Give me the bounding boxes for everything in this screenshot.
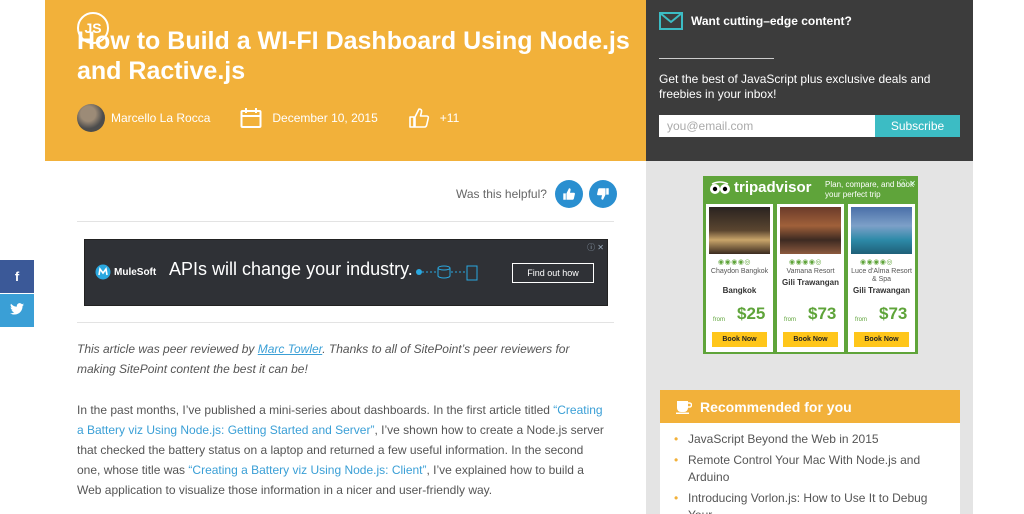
- thumbs-up-icon[interactable]: [408, 107, 430, 129]
- date-text: December 10, 2015: [272, 111, 378, 125]
- article-paragraph: In the past months, I’ve published a min…: [77, 400, 605, 500]
- helpful-prompt: Was this helpful?: [456, 180, 617, 208]
- reviewer-link[interactable]: Marc Towler: [258, 342, 322, 356]
- like-count[interactable]: +11: [408, 107, 459, 129]
- like-count-text: +11: [439, 111, 460, 125]
- hotel-price: $25: [737, 304, 766, 323]
- divider: [659, 58, 774, 59]
- article-meta: Marcello La Rocca December 10, 2015 +11: [77, 104, 459, 132]
- tripadvisor-ad[interactable]: tripadvisor Plan, compare, and book your…: [703, 176, 918, 354]
- ad-choices-icon[interactable]: ⓘ ✕: [899, 178, 916, 189]
- recommended-heading: Recommended for you: [660, 390, 960, 423]
- recommended-link[interactable]: Remote Control Your Mac With Node.js and…: [674, 452, 948, 486]
- thumbs-up-icon: [562, 187, 576, 201]
- recommended-link[interactable]: Introducing Vorlon.js: How to Use It to …: [674, 490, 948, 514]
- hotel-photo: [709, 207, 770, 254]
- divider: [77, 221, 614, 222]
- recommended-heading-text: Recommended for you: [700, 398, 852, 415]
- left-gutter: [0, 0, 45, 514]
- book-now-button[interactable]: Book Now: [712, 332, 767, 347]
- api-network-icon: [413, 262, 481, 287]
- ad-headline: APIs will change your industry.: [169, 259, 413, 279]
- hotel-name: Luce d'Alma Resort & Spa: [851, 268, 912, 283]
- coffee-cup-icon: [676, 400, 692, 414]
- vote-up-button[interactable]: [554, 180, 583, 208]
- hotel-card[interactable]: ◉◉◉◉◎ Chaydon Bangkok Bangkok from $25 B…: [706, 204, 773, 352]
- hotel-city: Bangkok: [722, 286, 757, 295]
- rating-bubbles: ◉◉◉◉◎: [789, 259, 823, 266]
- recommended-panel: Recommended for you JavaScript Beyond th…: [660, 390, 960, 514]
- article-title: How to Build a WI-FI Dashboard Using Nod…: [77, 27, 630, 85]
- review-text: This article was peer reviewed by: [77, 342, 258, 356]
- author-name[interactable]: Marcello La Rocca: [111, 111, 210, 125]
- article-link[interactable]: “Creating a Battery viz Using Node.js: C…: [188, 463, 426, 477]
- mulesoft-logo: MuleSoft: [95, 264, 156, 280]
- newsletter-heading-text: Want cutting–edge content?: [691, 14, 852, 28]
- hotel-photo: [851, 207, 912, 254]
- right-gutter: [973, 0, 1024, 514]
- twitter-share-button[interactable]: [0, 294, 34, 327]
- hotel-price: $73: [879, 304, 908, 323]
- author-avatar[interactable]: [77, 104, 105, 132]
- price-prefix: from: [713, 317, 725, 323]
- newsletter-panel: Want cutting–edge content? Get the best …: [646, 0, 973, 161]
- vote-down-button[interactable]: [588, 180, 617, 208]
- book-now-button[interactable]: Book Now: [783, 332, 838, 347]
- ad-choices-icon[interactable]: ⓘ ✕: [587, 242, 604, 253]
- facebook-icon: f: [14, 269, 20, 284]
- paragraph-text: In the past months, I’ve published a min…: [77, 403, 554, 417]
- divider: [77, 322, 614, 323]
- hotel-card[interactable]: ◉◉◉◉◎ Vamana Resort Gili Trawangan from …: [777, 204, 844, 352]
- hotel-name: Chaydon Bangkok: [710, 268, 769, 275]
- tripadvisor-wordmark: tripadvisor: [734, 179, 812, 196]
- subscribe-button[interactable]: Subscribe: [875, 115, 960, 137]
- rating-bubbles: ◉◉◉◉◎: [718, 259, 752, 266]
- book-now-button[interactable]: Book Now: [854, 332, 909, 347]
- hotel-price: $73: [808, 304, 837, 323]
- hotel-name: Vamana Resort: [786, 268, 835, 275]
- tripadvisor-logo: tripadvisor: [709, 179, 812, 196]
- hotel-card[interactable]: ◉◉◉◉◎ Luce d'Alma Resort & Spa Gili Traw…: [848, 204, 915, 352]
- ad-brand: MuleSoft: [114, 266, 157, 278]
- recommended-list: JavaScript Beyond the Web in 2015 Remote…: [660, 423, 960, 514]
- mulesoft-icon: [95, 264, 111, 280]
- newsletter-heading: Want cutting–edge content?: [659, 12, 852, 30]
- thumbs-down-icon: [596, 187, 610, 201]
- banner-ad[interactable]: MuleSoft APIs will change your industry.…: [84, 239, 608, 306]
- helpful-question: Was this helpful?: [456, 187, 547, 201]
- publish-date: December 10, 2015: [240, 107, 378, 129]
- hotel-city: Gili Trawangan: [853, 286, 910, 295]
- twitter-icon: [10, 303, 24, 318]
- rating-bubbles: ◉◉◉◉◎: [860, 259, 894, 266]
- author[interactable]: Marcello La Rocca: [77, 104, 210, 132]
- hotel-photo: [780, 207, 841, 254]
- newsletter-description: Get the best of JavaScript plus exclusiv…: [659, 72, 931, 101]
- find-out-how-button[interactable]: Find out how: [512, 263, 594, 283]
- hotel-city: Gili Trawangan: [782, 278, 839, 287]
- recommended-link[interactable]: JavaScript Beyond the Web in 2015: [674, 431, 948, 448]
- price-prefix: from: [855, 317, 867, 323]
- facebook-share-button[interactable]: f: [0, 260, 34, 293]
- envelope-icon: [659, 12, 683, 30]
- owl-icon: [709, 180, 731, 195]
- price-prefix: from: [784, 317, 796, 323]
- email-field[interactable]: you@email.com: [659, 115, 875, 137]
- article-header: JS How to Build a WI-FI Dashboard Using …: [45, 0, 646, 161]
- calendar-icon: [240, 107, 262, 129]
- peer-review-note: This article was peer reviewed by Marc T…: [77, 339, 597, 379]
